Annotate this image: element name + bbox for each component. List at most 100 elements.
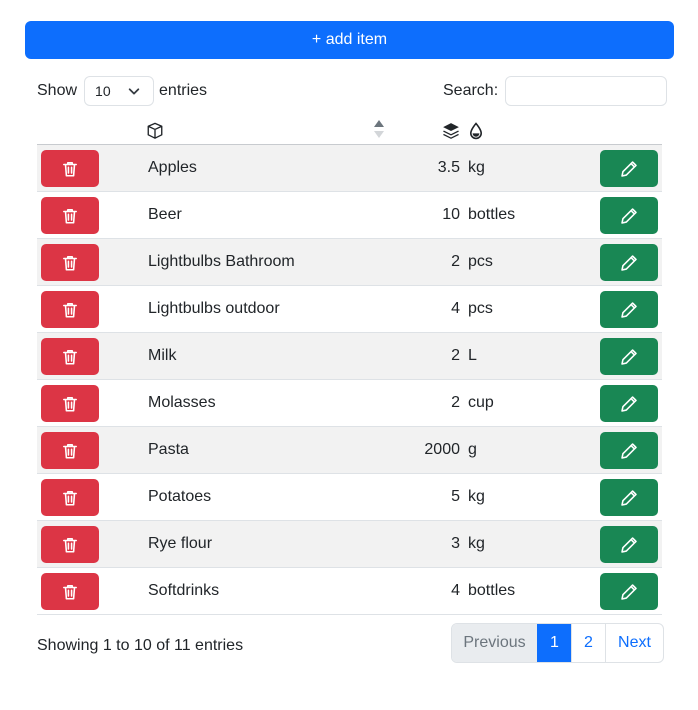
trash-icon bbox=[61, 489, 79, 507]
table-row: Lightbulbs Bathroom 2 pcs bbox=[37, 239, 662, 286]
next-page-button[interactable]: Next bbox=[605, 624, 663, 662]
item-name: Potatoes bbox=[148, 488, 212, 505]
table-row: Molasses 2 cup bbox=[37, 380, 662, 427]
pencil-icon bbox=[620, 160, 638, 178]
edit-button[interactable] bbox=[600, 526, 658, 563]
pencil-icon bbox=[620, 583, 638, 601]
item-unit: kg bbox=[468, 159, 485, 176]
sort-arrows-icon[interactable] bbox=[373, 119, 385, 139]
table-row: Apples 3.5 kg bbox=[37, 145, 662, 192]
search-control: Search: bbox=[443, 75, 668, 106]
edit-button[interactable] bbox=[600, 150, 658, 187]
item-unit: kg bbox=[468, 535, 485, 552]
trash-icon bbox=[61, 301, 79, 319]
item-name: Milk bbox=[148, 347, 177, 364]
item-quantity: 4 bbox=[451, 300, 460, 317]
delete-button[interactable] bbox=[41, 573, 99, 610]
delete-button[interactable] bbox=[41, 150, 99, 187]
item-unit: cup bbox=[468, 394, 494, 411]
delete-button[interactable] bbox=[41, 479, 99, 516]
pagination: Previous 1 2 Next bbox=[451, 623, 664, 663]
item-quantity: 2 bbox=[451, 253, 460, 270]
delete-button[interactable] bbox=[41, 432, 99, 469]
table-row: Lightbulbs outdoor 4 pcs bbox=[37, 286, 662, 333]
trash-icon bbox=[61, 207, 79, 225]
item-unit: g bbox=[468, 441, 477, 458]
page-1-button[interactable]: 1 bbox=[537, 624, 571, 662]
delete-button[interactable] bbox=[41, 244, 99, 281]
items-table: Apples 3.5 kg Beer 10 bottles Lightbulbs Bathr… bbox=[37, 116, 662, 615]
table-row: Potatoes 5 kg bbox=[37, 474, 662, 521]
trash-icon bbox=[61, 254, 79, 272]
edit-button[interactable] bbox=[600, 479, 658, 516]
edit-button[interactable] bbox=[600, 338, 658, 375]
pencil-icon bbox=[620, 395, 638, 413]
item-quantity: 5 bbox=[451, 488, 460, 505]
item-unit: pcs bbox=[468, 253, 493, 270]
trash-icon bbox=[61, 442, 79, 460]
delete-button[interactable] bbox=[41, 526, 99, 563]
page-2-button[interactable]: 2 bbox=[571, 624, 605, 662]
edit-button[interactable] bbox=[600, 573, 658, 610]
item-unit: pcs bbox=[468, 300, 493, 317]
pencil-icon bbox=[620, 536, 638, 554]
delete-button[interactable] bbox=[41, 291, 99, 328]
item-quantity: 3 bbox=[451, 535, 460, 552]
delete-button[interactable] bbox=[41, 197, 99, 234]
trash-icon bbox=[61, 348, 79, 366]
entries-label: entries bbox=[159, 81, 208, 99]
layers-icon bbox=[443, 123, 459, 139]
item-name: Lightbulbs Bathroom bbox=[148, 253, 295, 270]
item-unit: bottles bbox=[468, 206, 516, 223]
item-name: Molasses bbox=[148, 394, 216, 411]
search-label: Search: bbox=[443, 81, 499, 99]
item-quantity: 2000 bbox=[424, 441, 460, 458]
delete-button[interactable] bbox=[41, 385, 99, 422]
table-row: Softdrinks 4 bottles bbox=[37, 568, 662, 615]
edit-button[interactable] bbox=[600, 197, 658, 234]
previous-page-button[interactable]: Previous bbox=[452, 624, 537, 662]
table-body: Apples 3.5 kg Beer 10 bottles Lightbulbs Bathr… bbox=[37, 145, 662, 615]
trash-icon bbox=[61, 583, 79, 601]
edit-button[interactable] bbox=[600, 244, 658, 281]
show-label: Show bbox=[37, 81, 78, 99]
chevron-down-icon bbox=[128, 87, 140, 94]
entries-select-value: 10 bbox=[95, 82, 111, 99]
edit-button[interactable] bbox=[600, 432, 658, 469]
item-unit: kg bbox=[468, 488, 485, 505]
item-name: Beer bbox=[148, 206, 182, 223]
item-unit: bottles bbox=[468, 582, 516, 599]
edit-button[interactable] bbox=[600, 291, 658, 328]
table-header bbox=[37, 116, 662, 145]
edit-button[interactable] bbox=[600, 385, 658, 422]
item-name: Softdrinks bbox=[148, 582, 220, 599]
item-quantity: 4 bbox=[451, 582, 460, 599]
search-input[interactable] bbox=[505, 75, 668, 106]
add-item-button[interactable]: + add item bbox=[25, 21, 674, 59]
item-quantity: 3.5 bbox=[437, 159, 460, 176]
delete-button[interactable] bbox=[41, 338, 99, 375]
pencil-icon bbox=[620, 254, 638, 272]
trash-icon bbox=[61, 536, 79, 554]
trash-icon bbox=[61, 395, 79, 413]
pencil-icon bbox=[620, 348, 638, 366]
item-quantity: 10 bbox=[442, 206, 460, 223]
pencil-icon bbox=[620, 442, 638, 460]
item-name: Lightbulbs outdoor bbox=[148, 300, 280, 317]
table-row: Pasta 2000 g bbox=[37, 427, 662, 474]
length-control: Show 10 entries bbox=[37, 75, 207, 106]
item-unit: L bbox=[468, 347, 477, 364]
pencil-icon bbox=[620, 489, 638, 507]
entries-select[interactable]: 10 bbox=[84, 75, 155, 106]
item-name: Apples bbox=[148, 159, 197, 176]
item-name: Pasta bbox=[148, 441, 189, 458]
pencil-icon bbox=[620, 301, 638, 319]
item-name: Rye flour bbox=[148, 535, 213, 552]
table-row: Rye flour 3 kg bbox=[37, 521, 662, 568]
table-info: Showing 1 to 10 of 11 entries bbox=[37, 637, 244, 654]
item-quantity: 2 bbox=[451, 347, 460, 364]
trash-icon bbox=[61, 160, 79, 178]
box-icon bbox=[147, 122, 163, 139]
pencil-icon bbox=[620, 207, 638, 225]
table-row: Beer 10 bottles bbox=[37, 192, 662, 239]
